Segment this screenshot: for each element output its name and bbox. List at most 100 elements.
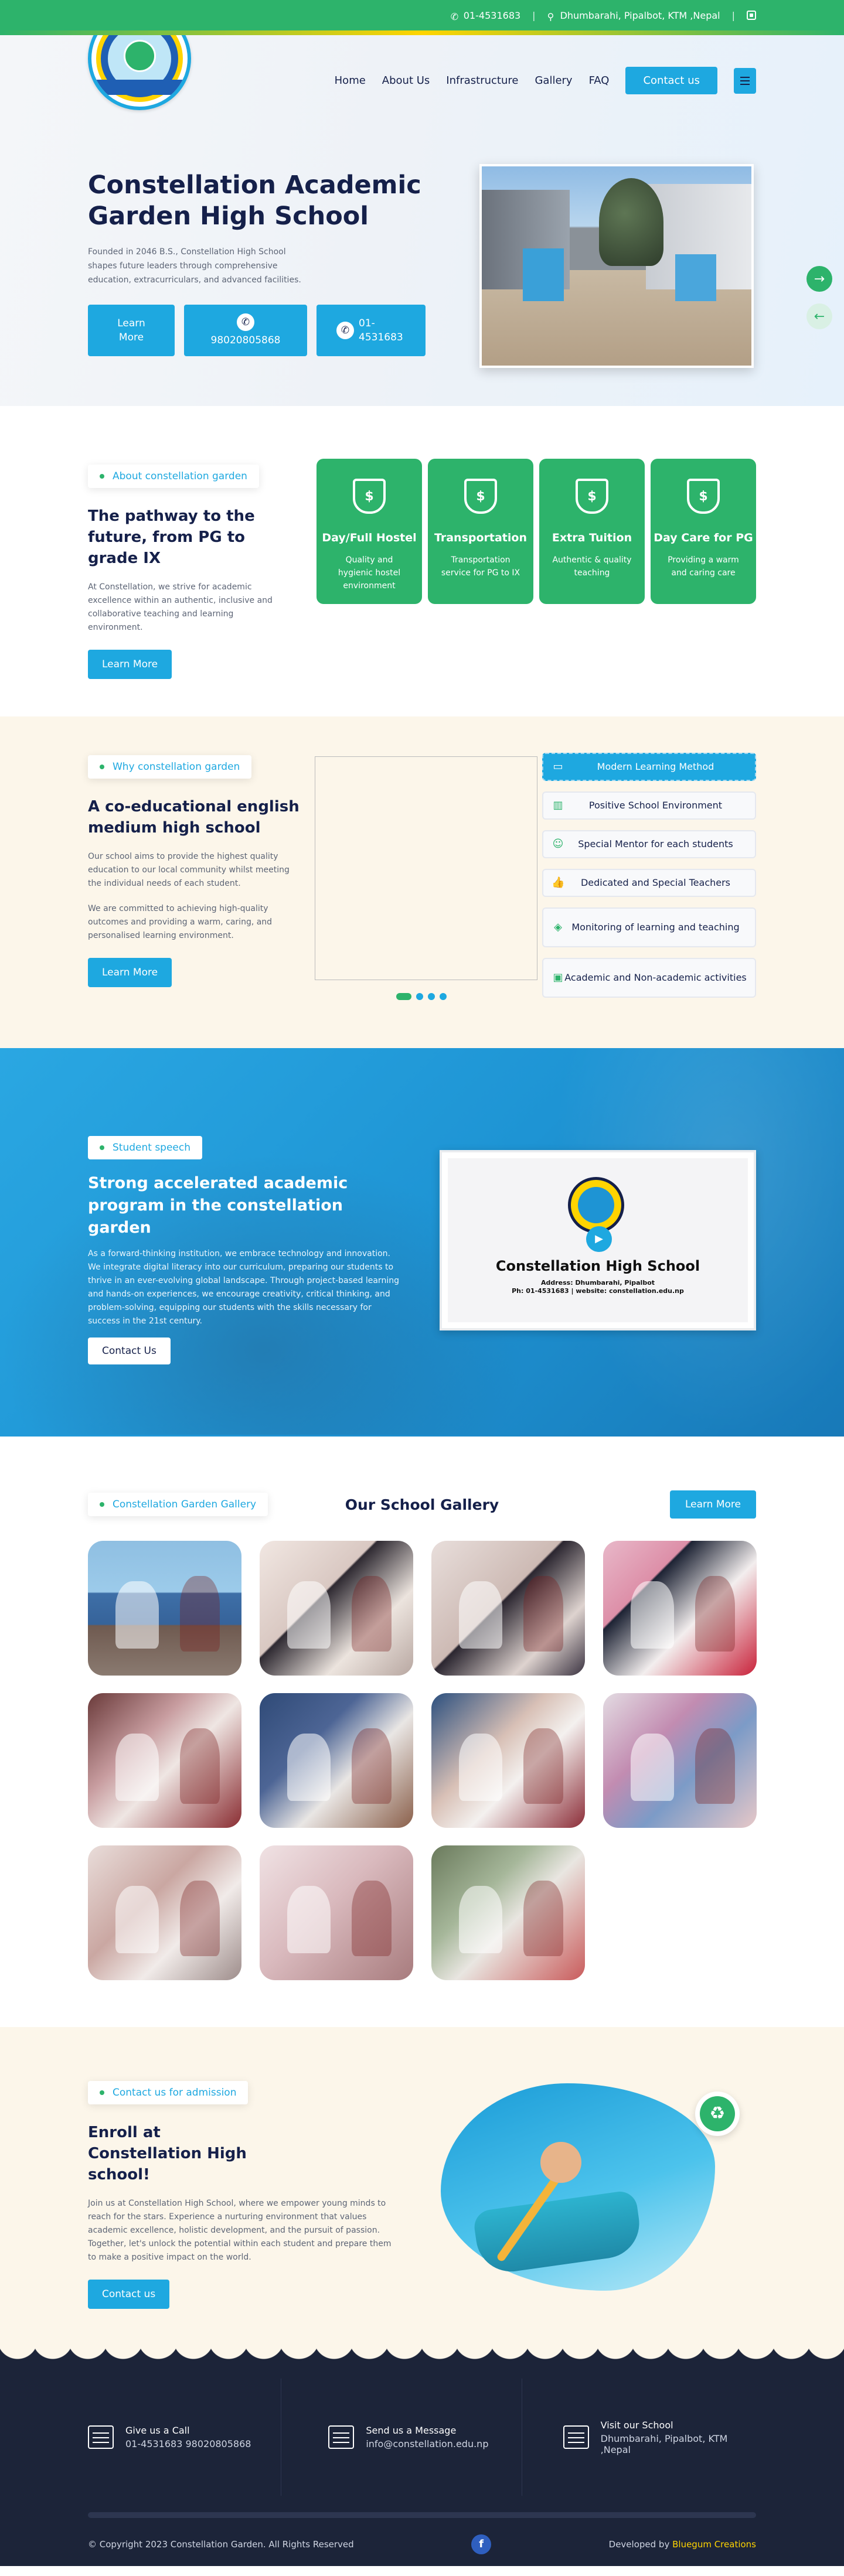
footer-visit[interactable]: Visit our School Dhumbarahi, Pipalbot, KT… xyxy=(522,2379,756,2496)
gallery-photo[interactable] xyxy=(88,1541,241,1676)
footer-call[interactable]: Give us a Call 01-4531683 9802080586​8 xyxy=(88,2379,282,2496)
slider-prev-arrow-icon[interactable]: ← xyxy=(806,303,832,329)
carousel-dots xyxy=(396,993,447,1000)
phone-icon: ✆ xyxy=(450,11,459,22)
nav-item-faq[interactable]: FAQ xyxy=(589,74,610,87)
gallery-header: Constellation Garden Gallery Our School … xyxy=(88,1489,756,1520)
speech-video-player[interactable]: ▶ Constellation High School Address: Dhu… xyxy=(440,1150,756,1330)
nav-item-gallery[interactable]: Gallery xyxy=(535,74,572,87)
speech-body: As a forward-thinking institution, we em… xyxy=(88,1249,399,1326)
enroll-contact-button[interactable]: Contact us xyxy=(88,2280,170,2309)
dot-icon xyxy=(100,474,104,479)
gallery-grid xyxy=(88,1541,757,1980)
gallery-section: Constellation Garden Gallery Our School … xyxy=(0,1437,844,2027)
hero-school-gate-photo xyxy=(479,164,754,368)
student-speech-section: Student speech Strong accelerated academ… xyxy=(0,1048,844,1437)
school-building-icon xyxy=(563,2425,589,2449)
gallery-photo[interactable] xyxy=(88,1845,241,1980)
nav-item-about[interactable]: About Us xyxy=(382,74,430,87)
gallery-photo[interactable] xyxy=(431,1541,585,1676)
why-body-2: We are committed to achieving high-quali… xyxy=(88,904,273,940)
feature-tab-monitoring[interactable]: ◈ Monitoring of learning and teaching xyxy=(542,907,756,947)
feature-tab-teachers[interactable]: 👍 Dedicated and Special Teachers xyxy=(542,869,756,897)
gallery-photo[interactable] xyxy=(88,1693,241,1828)
service-card[interactable]: Day Care for PGProviding a warm and cari… xyxy=(651,459,756,604)
shield-icon xyxy=(464,479,497,514)
hero-section: Home About Us Infrastructure Gallery FAQ… xyxy=(0,35,844,406)
video-address: Address: Dhumbarahi, Pipalbot Ph: 01-4531… xyxy=(512,1279,684,1295)
phone-icon xyxy=(88,2425,114,2449)
footer-message[interactable]: Send us a Message info@constellation.edu.… xyxy=(281,2379,522,2496)
service-card[interactable]: TransportationTransportation service for… xyxy=(428,459,533,604)
section-pill: Why constellation garden xyxy=(88,755,252,779)
enroll-text: Contact us for admission Enroll at Const… xyxy=(88,2081,399,2309)
feature-tab-activities[interactable]: ▣ Academic and Non-academic activities xyxy=(542,958,756,998)
feature-tab-mentor[interactable]: ☺ Special Mentor for each students xyxy=(542,830,756,858)
image-icon: ▣ xyxy=(553,971,563,984)
envelope-icon xyxy=(328,2425,355,2449)
carousel-dot[interactable] xyxy=(428,993,435,1000)
why-image-placeholder xyxy=(315,756,537,980)
service-card[interactable]: Day/Full HostelQuality and hygienic host… xyxy=(316,459,422,604)
hero-landline-button[interactable]: 01-4531683 xyxy=(316,305,426,356)
section-pill: Contact us for admission xyxy=(88,2081,249,2104)
gallery-learn-more-button[interactable]: Learn More xyxy=(669,1490,756,1519)
gallery-photo[interactable] xyxy=(260,1541,413,1676)
topbar-phone[interactable]: ✆ 01-4531683 xyxy=(450,10,520,22)
top-stripe xyxy=(0,30,844,35)
thumbs-up-icon: 👍 xyxy=(552,876,565,889)
section-pill: About constellation garden xyxy=(88,465,259,488)
dot-icon xyxy=(100,2090,104,2095)
hero-learn-more-button[interactable]: Learn More xyxy=(88,305,175,356)
hero-title: Constellation Academic Garden High Schoo… xyxy=(88,170,421,231)
carousel-dot[interactable] xyxy=(396,993,411,1000)
feature-tab-modern-learning[interactable]: ▭ Modern Learning Method xyxy=(542,753,756,781)
contact-us-button[interactable]: Contact us xyxy=(625,67,717,94)
hero-description: Founded in 2046 B.S., Constellation High… xyxy=(88,247,301,285)
feature-tab-environment[interactable]: ▥ Positive School Environment xyxy=(542,791,756,820)
developer-link[interactable]: Bluegum Creations xyxy=(672,2539,756,2550)
footer-divider xyxy=(88,2512,756,2518)
carousel-dot[interactable] xyxy=(440,993,447,1000)
phone-icon xyxy=(336,322,354,339)
footer-bottom: © Copyright 2023 Constellation Garden. A… xyxy=(88,2534,756,2554)
social-square-icon[interactable] xyxy=(747,11,756,20)
gallery-photo[interactable] xyxy=(431,1845,585,1980)
enroll-heading: Enroll at Constellation High school! xyxy=(88,2124,247,2183)
why-body-1: Our school aims to provide the highest q… xyxy=(88,852,290,888)
gallery-photo[interactable] xyxy=(431,1693,585,1828)
speech-contact-button[interactable]: Contact Us xyxy=(88,1338,171,1364)
service-card[interactable]: Extra TuitionAuthentic & quality teachin… xyxy=(539,459,645,604)
gallery-photo[interactable] xyxy=(260,1845,413,1980)
why-learn-more-button[interactable]: Learn More xyxy=(88,958,172,987)
school-badge-icon xyxy=(568,1177,624,1233)
main-navigation: Home About Us Infrastructure Gallery FAQ… xyxy=(88,35,756,129)
slider-next-arrow-icon[interactable]: → xyxy=(806,266,832,292)
top-bar: ✆ 01-4531683 | ⚲ Dhumbarahi, Pipalbot, KTM… xyxy=(0,0,844,30)
video-title: Constellation High School xyxy=(495,1258,700,1274)
enroll-body: Join us at Constellation High School, wh… xyxy=(88,2199,392,2262)
section-pill: Student speech xyxy=(88,1136,203,1159)
gallery-photo[interactable] xyxy=(603,1693,757,1828)
zigzag-divider xyxy=(0,712,844,721)
topbar-separator: | xyxy=(731,9,735,21)
speech-heading: Strong accelerated academic program in t… xyxy=(88,1174,348,1237)
gallery-photo[interactable] xyxy=(260,1693,413,1828)
nav-item-home[interactable]: Home xyxy=(335,74,366,87)
school-logo[interactable] xyxy=(88,35,191,110)
hero-mobile-button[interactable]: 9802080586​8 xyxy=(184,305,307,356)
shield-icon xyxy=(353,479,386,514)
hero-buttons: Learn More 9802080586​8 01-4531683 xyxy=(88,305,434,356)
about-learn-more-button[interactable]: Learn More xyxy=(88,650,172,679)
play-icon[interactable]: ▶ xyxy=(586,1226,612,1252)
kayak-kid-illustration xyxy=(441,2083,715,2291)
nav-item-infrastructure[interactable]: Infrastructure xyxy=(446,74,518,87)
hamburger-menu-icon[interactable] xyxy=(734,67,756,94)
why-heading: A co-educational english medium high sch… xyxy=(88,798,300,837)
facebook-icon[interactable]: f xyxy=(471,2534,492,2554)
footer-contacts: Give us a Call 01-4531683 9802080586​8 Se… xyxy=(88,2379,756,2496)
service-cards: Day/Full HostelQuality and hygienic host… xyxy=(316,459,756,604)
carousel-dot[interactable] xyxy=(416,993,423,1000)
layers-icon: ◈ xyxy=(554,921,562,933)
gallery-photo[interactable] xyxy=(603,1541,757,1676)
